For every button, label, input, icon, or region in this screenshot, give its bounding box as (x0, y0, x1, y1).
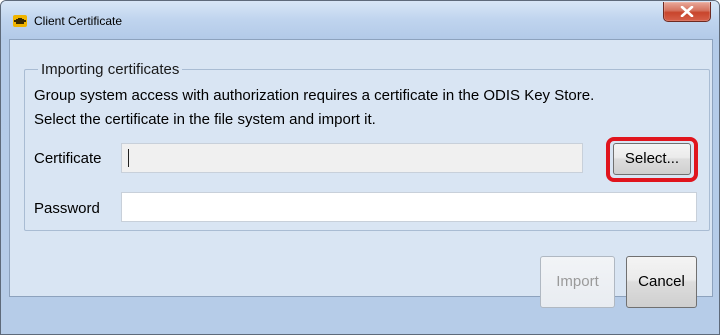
title-bar[interactable]: Client Certificate (1, 1, 719, 39)
certificate-field[interactable] (121, 143, 583, 173)
window-title: Client Certificate (34, 14, 123, 28)
password-label: Password (34, 200, 100, 217)
import-button[interactable]: Import (540, 256, 615, 308)
car-engine-warning-icon (13, 14, 27, 27)
description-line-2: Select the certificate in the file syste… (34, 111, 376, 128)
cancel-button[interactable]: Cancel (626, 256, 697, 308)
group-legend: Importing certificates (38, 61, 183, 78)
select-button[interactable]: Select... (613, 143, 691, 175)
password-field[interactable] (121, 192, 697, 222)
certificate-label: Certificate (34, 150, 102, 167)
description-line-1: Group system access with authorization r… (34, 87, 595, 104)
text-caret (128, 149, 129, 167)
close-button[interactable] (663, 2, 711, 22)
close-icon (680, 6, 694, 17)
